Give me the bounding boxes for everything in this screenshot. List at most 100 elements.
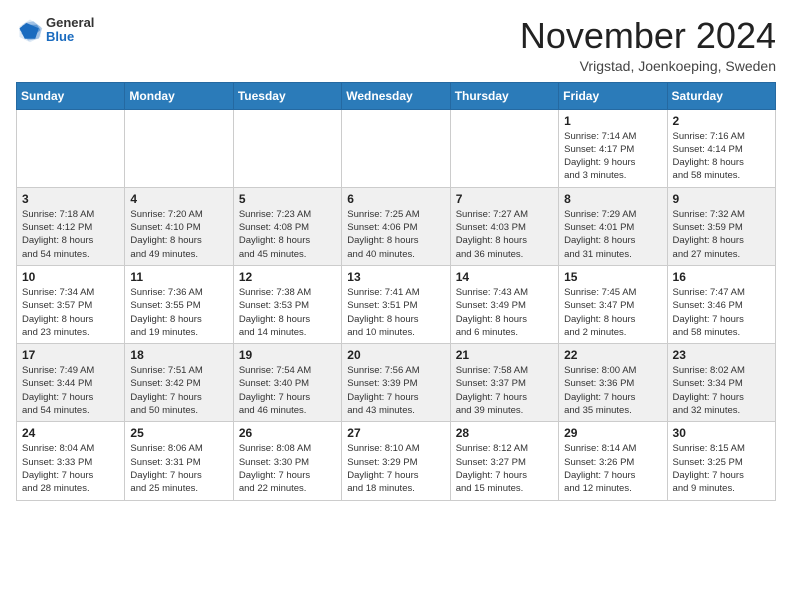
calendar-day-cell: 16 Sunrise: 7:47 AM Sunset: 3:46 PM Dayli… bbox=[667, 265, 775, 343]
calendar-day-cell: 3Sunrise: 7:18 AM Sunset: 4:12 PM Daylig… bbox=[17, 187, 125, 265]
day-info: Sunrise: 7:32 AM Sunset: 3:59 PM Dayligh… bbox=[673, 208, 770, 261]
day-number: 1 bbox=[564, 114, 661, 128]
day-info: Sunrise: 7:54 AM Sunset: 3:40 PM Dayligh… bbox=[239, 364, 336, 417]
day-info: Sunrise: 8:06 AM Sunset: 3:31 PM Dayligh… bbox=[130, 442, 227, 495]
calendar-day-cell bbox=[450, 109, 558, 187]
calendar-day-cell: 8Sunrise: 7:29 AM Sunset: 4:01 PM Daylig… bbox=[559, 187, 667, 265]
calendar-day-cell: 1 Sunrise: 7:14 AM Sunset: 4:17 PM Daylig… bbox=[559, 109, 667, 187]
col-sunday: Sunday bbox=[17, 82, 125, 109]
calendar-day-cell: 12 Sunrise: 7:38 AM Sunset: 3:53 PM Dayli… bbox=[233, 265, 341, 343]
day-info: Sunrise: 7:18 AM Sunset: 4:12 PM Dayligh… bbox=[22, 208, 119, 261]
day-number: 13 bbox=[347, 270, 444, 284]
day-number: 6 bbox=[347, 192, 444, 206]
calendar-header-row: Sunday Monday Tuesday Wednesday Thursday… bbox=[17, 82, 776, 109]
calendar-day-cell bbox=[342, 109, 450, 187]
day-number: 25 bbox=[130, 426, 227, 440]
calendar-day-cell bbox=[125, 109, 233, 187]
day-number: 18 bbox=[130, 348, 227, 362]
calendar-day-cell: 4Sunrise: 7:20 AM Sunset: 4:10 PM Daylig… bbox=[125, 187, 233, 265]
logo-text: General Blue bbox=[46, 16, 94, 45]
calendar-day-cell: 17 Sunrise: 7:49 AM Sunset: 3:44 PM Dayli… bbox=[17, 344, 125, 422]
day-number: 26 bbox=[239, 426, 336, 440]
day-info: Sunrise: 8:00 AM Sunset: 3:36 PM Dayligh… bbox=[564, 364, 661, 417]
logo-general-text: General bbox=[46, 16, 94, 30]
calendar-day-cell: 2 Sunrise: 7:16 AM Sunset: 4:14 PM Daylig… bbox=[667, 109, 775, 187]
day-number: 17 bbox=[22, 348, 119, 362]
day-number: 28 bbox=[456, 426, 553, 440]
day-number: 20 bbox=[347, 348, 444, 362]
day-number: 15 bbox=[564, 270, 661, 284]
calendar-day-cell: 15 Sunrise: 7:45 AM Sunset: 3:47 PM Dayli… bbox=[559, 265, 667, 343]
calendar-week-row: 1 Sunrise: 7:14 AM Sunset: 4:17 PM Daylig… bbox=[17, 109, 776, 187]
calendar-week-row: 17 Sunrise: 7:49 AM Sunset: 3:44 PM Dayli… bbox=[17, 344, 776, 422]
calendar-day-cell: 30Sunrise: 8:15 AM Sunset: 3:25 PM Dayli… bbox=[667, 422, 775, 500]
col-friday: Friday bbox=[559, 82, 667, 109]
calendar-day-cell: 10Sunrise: 7:34 AM Sunset: 3:57 PM Dayli… bbox=[17, 265, 125, 343]
calendar-day-cell: 6 Sunrise: 7:25 AM Sunset: 4:06 PM Daylig… bbox=[342, 187, 450, 265]
calendar-day-cell: 24Sunrise: 8:04 AM Sunset: 3:33 PM Dayli… bbox=[17, 422, 125, 500]
day-info: Sunrise: 8:14 AM Sunset: 3:26 PM Dayligh… bbox=[564, 442, 661, 495]
day-info: Sunrise: 7:45 AM Sunset: 3:47 PM Dayligh… bbox=[564, 286, 661, 339]
day-number: 24 bbox=[22, 426, 119, 440]
day-info: Sunrise: 7:51 AM Sunset: 3:42 PM Dayligh… bbox=[130, 364, 227, 417]
day-info: Sunrise: 7:38 AM Sunset: 3:53 PM Dayligh… bbox=[239, 286, 336, 339]
calendar-day-cell: 21Sunrise: 7:58 AM Sunset: 3:37 PM Dayli… bbox=[450, 344, 558, 422]
calendar-table: Sunday Monday Tuesday Wednesday Thursday… bbox=[16, 82, 776, 501]
col-monday: Monday bbox=[125, 82, 233, 109]
calendar-day-cell: 25 Sunrise: 8:06 AM Sunset: 3:31 PM Dayli… bbox=[125, 422, 233, 500]
calendar-day-cell bbox=[233, 109, 341, 187]
day-number: 12 bbox=[239, 270, 336, 284]
calendar-week-row: 10Sunrise: 7:34 AM Sunset: 3:57 PM Dayli… bbox=[17, 265, 776, 343]
day-info: Sunrise: 7:41 AM Sunset: 3:51 PM Dayligh… bbox=[347, 286, 444, 339]
month-title: November 2024 bbox=[520, 16, 776, 56]
day-number: 23 bbox=[673, 348, 770, 362]
day-info: Sunrise: 7:36 AM Sunset: 3:55 PM Dayligh… bbox=[130, 286, 227, 339]
day-info: Sunrise: 7:14 AM Sunset: 4:17 PM Dayligh… bbox=[564, 130, 661, 183]
day-info: Sunrise: 7:25 AM Sunset: 4:06 PM Dayligh… bbox=[347, 208, 444, 261]
calendar-day-cell: 28 Sunrise: 8:12 AM Sunset: 3:27 PM Dayli… bbox=[450, 422, 558, 500]
day-number: 11 bbox=[130, 270, 227, 284]
logo-icon bbox=[16, 16, 44, 44]
calendar-day-cell: 13 Sunrise: 7:41 AM Sunset: 3:51 PM Dayli… bbox=[342, 265, 450, 343]
calendar-day-cell: 26Sunrise: 8:08 AM Sunset: 3:30 PM Dayli… bbox=[233, 422, 341, 500]
col-thursday: Thursday bbox=[450, 82, 558, 109]
day-info: Sunrise: 7:47 AM Sunset: 3:46 PM Dayligh… bbox=[673, 286, 770, 339]
title-section: November 2024 Vrigstad, Joenkoeping, Swe… bbox=[520, 16, 776, 74]
day-number: 22 bbox=[564, 348, 661, 362]
day-info: Sunrise: 7:16 AM Sunset: 4:14 PM Dayligh… bbox=[673, 130, 770, 183]
calendar-week-row: 3Sunrise: 7:18 AM Sunset: 4:12 PM Daylig… bbox=[17, 187, 776, 265]
day-info: Sunrise: 7:58 AM Sunset: 3:37 PM Dayligh… bbox=[456, 364, 553, 417]
logo: General Blue bbox=[16, 16, 94, 45]
day-number: 2 bbox=[673, 114, 770, 128]
calendar-day-cell: 9 Sunrise: 7:32 AM Sunset: 3:59 PM Daylig… bbox=[667, 187, 775, 265]
day-info: Sunrise: 8:02 AM Sunset: 3:34 PM Dayligh… bbox=[673, 364, 770, 417]
calendar-day-cell: 20Sunrise: 7:56 AM Sunset: 3:39 PM Dayli… bbox=[342, 344, 450, 422]
day-number: 5 bbox=[239, 192, 336, 206]
calendar-day-cell: 22 Sunrise: 8:00 AM Sunset: 3:36 PM Dayli… bbox=[559, 344, 667, 422]
day-number: 9 bbox=[673, 192, 770, 206]
col-saturday: Saturday bbox=[667, 82, 775, 109]
calendar-day-cell: 18 Sunrise: 7:51 AM Sunset: 3:42 PM Dayli… bbox=[125, 344, 233, 422]
day-info: Sunrise: 7:27 AM Sunset: 4:03 PM Dayligh… bbox=[456, 208, 553, 261]
calendar-day-cell: 11 Sunrise: 7:36 AM Sunset: 3:55 PM Dayli… bbox=[125, 265, 233, 343]
day-number: 8 bbox=[564, 192, 661, 206]
day-number: 7 bbox=[456, 192, 553, 206]
page-container: General Blue November 2024 Vrigstad, Joe… bbox=[0, 0, 792, 511]
day-number: 16 bbox=[673, 270, 770, 284]
day-info: Sunrise: 8:12 AM Sunset: 3:27 PM Dayligh… bbox=[456, 442, 553, 495]
day-number: 19 bbox=[239, 348, 336, 362]
calendar-day-cell: 23 Sunrise: 8:02 AM Sunset: 3:34 PM Dayli… bbox=[667, 344, 775, 422]
calendar-week-row: 24Sunrise: 8:04 AM Sunset: 3:33 PM Dayli… bbox=[17, 422, 776, 500]
day-number: 27 bbox=[347, 426, 444, 440]
page-header: General Blue November 2024 Vrigstad, Joe… bbox=[16, 16, 776, 74]
day-number: 29 bbox=[564, 426, 661, 440]
day-info: Sunrise: 7:23 AM Sunset: 4:08 PM Dayligh… bbox=[239, 208, 336, 261]
logo-blue-text: Blue bbox=[46, 30, 94, 44]
col-wednesday: Wednesday bbox=[342, 82, 450, 109]
day-info: Sunrise: 7:49 AM Sunset: 3:44 PM Dayligh… bbox=[22, 364, 119, 417]
calendar-day-cell: 19 Sunrise: 7:54 AM Sunset: 3:40 PM Dayli… bbox=[233, 344, 341, 422]
day-info: Sunrise: 7:20 AM Sunset: 4:10 PM Dayligh… bbox=[130, 208, 227, 261]
col-tuesday: Tuesday bbox=[233, 82, 341, 109]
day-number: 30 bbox=[673, 426, 770, 440]
day-number: 14 bbox=[456, 270, 553, 284]
